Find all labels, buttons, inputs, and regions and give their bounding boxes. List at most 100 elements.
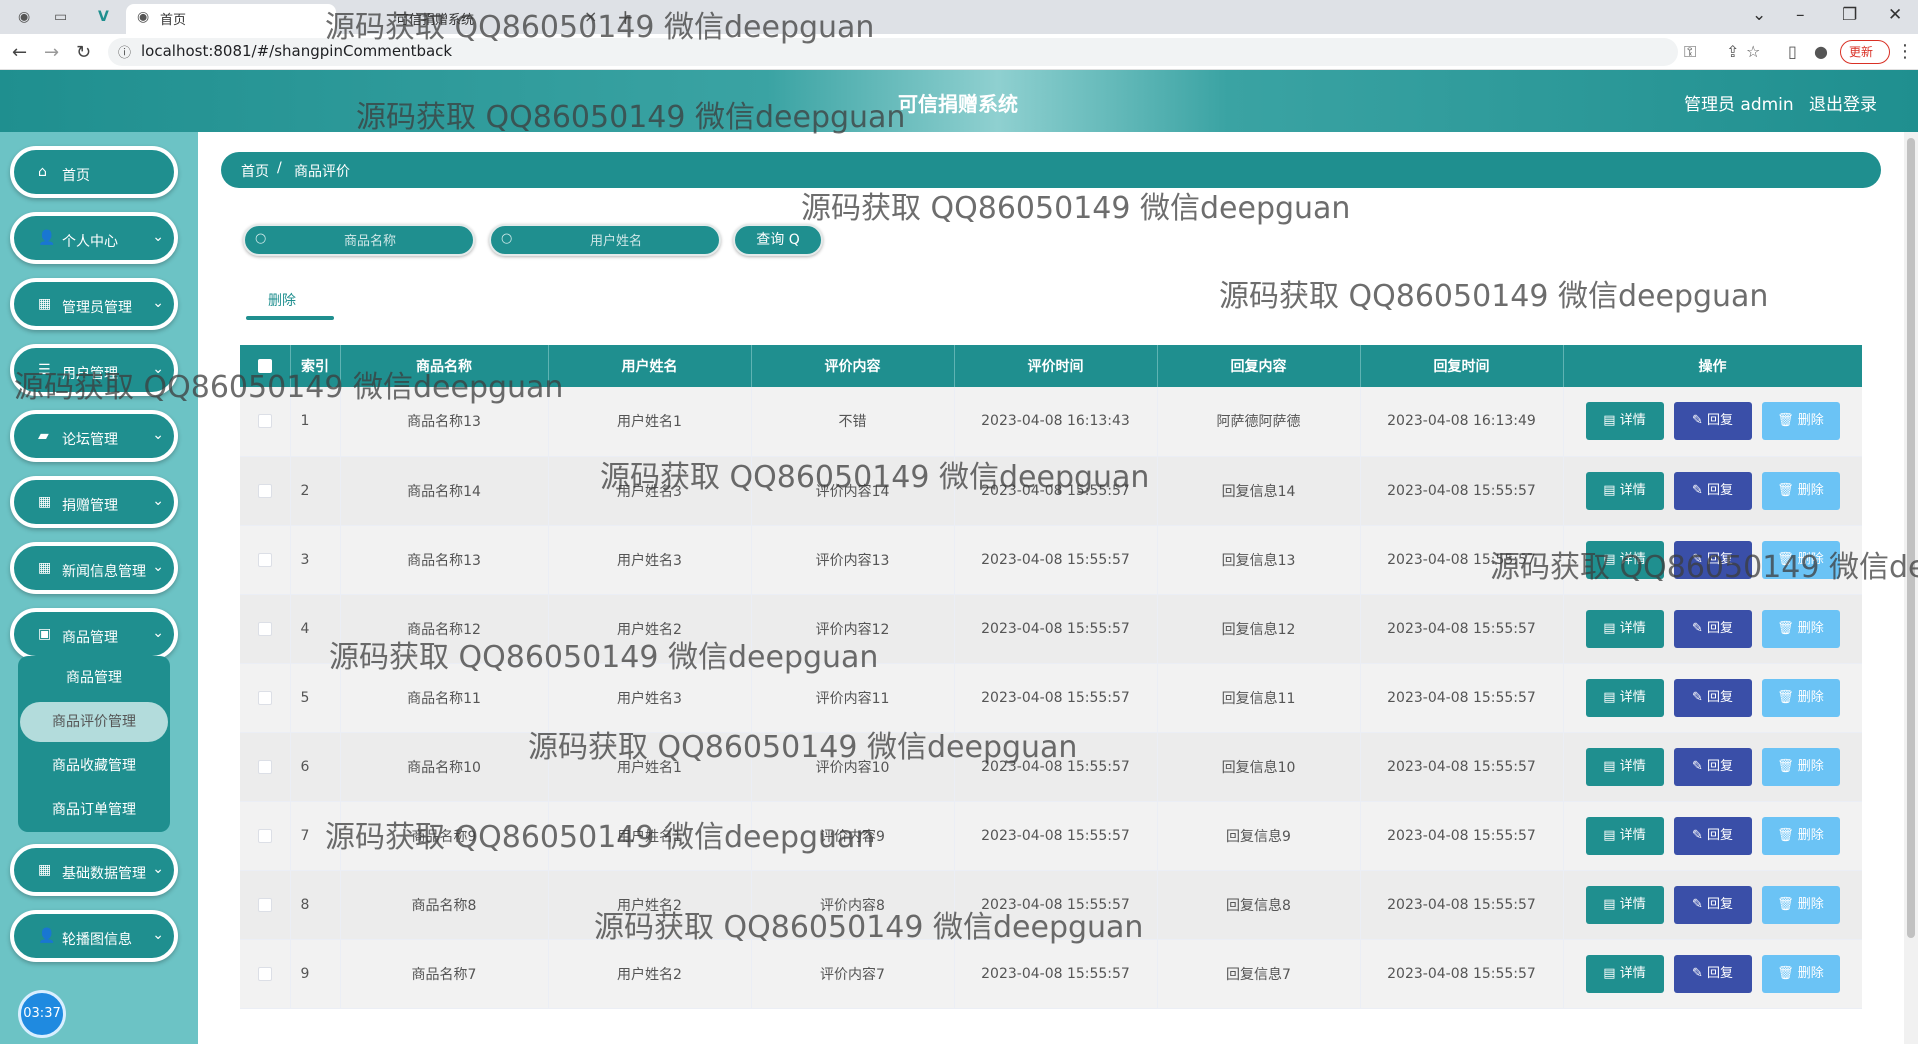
- row-select-cell[interactable]: [240, 801, 291, 871]
- sidebar-item-home[interactable]: ⌂ 首页: [10, 146, 178, 198]
- select-all-cell[interactable]: [240, 345, 291, 387]
- table-row[interactable]: 4 商品名称12 用户姓名2 评价内容12 2023-04-08 15:55:57 回复信…: [240, 594, 1862, 664]
- detail-button[interactable]: ▤ 详情: [1585, 402, 1664, 441]
- submenu-item-product-favorite[interactable]: 商品收藏管理: [20, 746, 168, 786]
- reply-button[interactable]: ✎ 回复: [1673, 954, 1752, 993]
- detail-button[interactable]: ▤ 详情: [1585, 609, 1664, 648]
- key-icon[interactable]: ⚿: [1684, 42, 1696, 62]
- browser-menu-icon[interactable]: ◉: [18, 9, 30, 25]
- update-button[interactable]: 更新: [1840, 40, 1890, 64]
- sidebar-item-user-mgmt[interactable]: ☰ 用户管理 ⌄: [10, 344, 178, 396]
- sidebar-item-admin-mgmt[interactable]: ▦ 管理员管理 ⌄: [10, 278, 178, 330]
- browser-tab-second-label[interactable]: 可信捐赠系统: [396, 9, 474, 28]
- bookmark-star-icon[interactable]: ☆: [1746, 42, 1760, 61]
- row-select-cell[interactable]: [240, 939, 291, 1009]
- detail-button[interactable]: ▤ 详情: [1585, 678, 1664, 717]
- forward-icon[interactable]: →: [44, 42, 59, 63]
- sidepanel-icon[interactable]: ▯: [1788, 42, 1797, 61]
- reply-button[interactable]: ✎ 回复: [1673, 816, 1752, 855]
- detail-button[interactable]: ▤ 详情: [1585, 471, 1664, 510]
- user-name-search[interactable]: ○: [489, 224, 721, 256]
- detail-button[interactable]: ▤ 详情: [1585, 954, 1664, 993]
- site-info-icon[interactable]: ⓘ: [118, 42, 131, 61]
- page-scrollbar[interactable]: [1904, 132, 1918, 1044]
- product-name-search[interactable]: ○: [243, 224, 475, 256]
- user-name-input[interactable]: [521, 228, 711, 254]
- row-select-cell[interactable]: [240, 525, 291, 595]
- submenu-item-product-comment[interactable]: 商品评价管理: [20, 702, 168, 742]
- reply-button[interactable]: ✎ 回复: [1673, 540, 1752, 579]
- submenu-item-product-order[interactable]: 商品订单管理: [20, 790, 168, 830]
- clock-badge[interactable]: 03:37: [18, 990, 66, 1038]
- sidebar-item-news-mgmt[interactable]: ▦ 新闻信息管理 ⌄: [10, 542, 178, 594]
- row-checkbox[interactable]: [257, 966, 272, 981]
- sidebar-item-donation-mgmt[interactable]: ▦ 捐赠管理 ⌄: [10, 476, 178, 528]
- row-checkbox[interactable]: [257, 483, 272, 498]
- browser-tab-label[interactable]: 首页: [160, 9, 186, 28]
- delete-button[interactable]: 🗑 删除: [1761, 678, 1840, 717]
- row-checkbox[interactable]: [257, 690, 272, 705]
- table-row[interactable]: 8 商品名称8 用户姓名2 评价内容8 2023-04-08 15:55:57 回复信息8…: [240, 870, 1862, 940]
- delete-button[interactable]: 🗑 删除: [1761, 747, 1840, 786]
- reply-button[interactable]: ✎ 回复: [1673, 678, 1752, 717]
- table-row[interactable]: 9 商品名称7 用户姓名2 评价内容7 2023-04-08 15:55:57 回复信息7…: [240, 939, 1862, 1009]
- delete-button[interactable]: 🗑 删除: [1761, 816, 1840, 855]
- row-select-cell[interactable]: [240, 663, 291, 733]
- url-text[interactable]: localhost:8081/#/shangpinCommentback: [141, 42, 452, 60]
- table-row[interactable]: 3 商品名称13 用户姓名3 评价内容13 2023-04-08 15:55:57 回复信…: [240, 525, 1862, 595]
- table-row[interactable]: 5 商品名称11 用户姓名3 评价内容11 2023-04-08 15:55:57 回复信…: [240, 663, 1862, 733]
- sidebar-item-personal-center[interactable]: 👤 个人中心 ⌄: [10, 212, 178, 264]
- sidebar-item-product-mgmt[interactable]: ▣ 商品管理 ⌄: [10, 608, 178, 660]
- reply-button[interactable]: ✎ 回复: [1673, 471, 1752, 510]
- reply-button[interactable]: ✎ 回复: [1673, 885, 1752, 924]
- row-select-cell[interactable]: [240, 456, 291, 526]
- breadcrumb-home[interactable]: 首页: [241, 161, 269, 181]
- share-icon[interactable]: ⇪: [1726, 42, 1739, 61]
- profile-icon[interactable]: ●: [1814, 42, 1828, 61]
- browser-tab-active[interactable]: [126, 4, 336, 34]
- tab-search-icon[interactable]: ⌄: [1752, 5, 1766, 25]
- table-row[interactable]: 1 商品名称13 用户姓名1 不错 2023-04-08 16:13:43 阿萨德阿萨德 2…: [240, 387, 1862, 457]
- row-checkbox[interactable]: [257, 897, 272, 912]
- submenu-item-product[interactable]: 商品管理: [20, 658, 168, 698]
- delete-button[interactable]: 🗑 删除: [1761, 471, 1840, 510]
- detail-button[interactable]: ▤ 详情: [1585, 747, 1664, 786]
- close-window-icon[interactable]: ✕: [1888, 5, 1902, 25]
- back-icon[interactable]: ←: [12, 42, 27, 63]
- reply-button[interactable]: ✎ 回复: [1673, 747, 1752, 786]
- row-select-cell[interactable]: [240, 732, 291, 802]
- delete-button[interactable]: 🗑 删除: [1761, 954, 1840, 993]
- row-select-cell[interactable]: [240, 387, 291, 457]
- sidebar-item-carousel[interactable]: 👤 轮播图信息 ⌄: [10, 910, 178, 962]
- query-button[interactable]: 查询 Q: [733, 224, 823, 256]
- sidebar-item-forum-mgmt[interactable]: ▰ 论坛管理 ⌄: [10, 410, 178, 462]
- table-row[interactable]: 7 商品名称9 用户姓名1 评价内容9 2023-04-08 15:55:57 回复信息9…: [240, 801, 1862, 871]
- tab-group-icon[interactable]: ▭: [54, 9, 67, 25]
- scrollbar-thumb[interactable]: [1907, 138, 1915, 938]
- new-tab-icon[interactable]: +: [617, 5, 634, 29]
- reload-icon[interactable]: ↻: [76, 42, 91, 63]
- sidebar-item-base-data-mgmt[interactable]: ▦ 基础数据管理 ⌄: [10, 844, 178, 896]
- reply-button[interactable]: ✎ 回复: [1673, 609, 1752, 648]
- row-checkbox[interactable]: [257, 552, 272, 567]
- logout-link[interactable]: 退出登录: [1809, 90, 1877, 115]
- product-name-input[interactable]: [275, 228, 465, 254]
- delete-button[interactable]: 🗑 删除: [1761, 540, 1840, 579]
- select-all-checkbox[interactable]: [257, 359, 272, 373]
- tab-close-icon[interactable]: ×: [584, 7, 597, 26]
- detail-button[interactable]: ▤ 详情: [1585, 816, 1664, 855]
- row-checkbox[interactable]: [257, 759, 272, 774]
- restore-icon[interactable]: ❐: [1842, 5, 1857, 25]
- row-select-cell[interactable]: [240, 870, 291, 940]
- row-checkbox[interactable]: [257, 621, 272, 636]
- minimize-icon[interactable]: –: [1796, 5, 1805, 25]
- table-row[interactable]: 2 商品名称14 用户姓名3 评价内容14 2023-04-08 15:55:57 回复信…: [240, 456, 1862, 526]
- delete-button[interactable]: 🗑 删除: [1761, 402, 1840, 441]
- detail-button[interactable]: ▤ 详情: [1585, 540, 1664, 579]
- row-checkbox[interactable]: [257, 414, 272, 429]
- delete-button[interactable]: 🗑 删除: [1761, 609, 1840, 648]
- more-menu-icon[interactable]: ⋮: [1896, 41, 1914, 62]
- row-checkbox[interactable]: [257, 828, 272, 843]
- reply-button[interactable]: ✎ 回复: [1673, 402, 1752, 441]
- table-row[interactable]: 6 商品名称10 用户姓名1 评价内容10 2023-04-08 15:55:57 回复信…: [240, 732, 1862, 802]
